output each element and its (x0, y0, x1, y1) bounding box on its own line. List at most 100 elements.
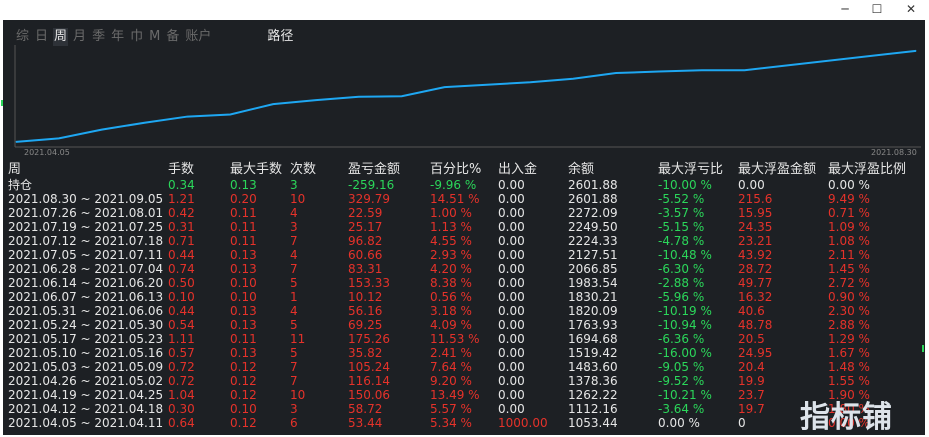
table-cell: 5 (290, 346, 298, 360)
table-cell: -10.21 % (658, 388, 712, 402)
table-cell: 3 (290, 402, 298, 416)
table-cell: 43.92 (738, 248, 773, 262)
table-row[interactable]: 2021.07.19 ~ 2021.07.25 0.31 0.11 3 25.17 1.1… (8, 220, 928, 234)
table-cell: 0.00 (498, 248, 525, 262)
table-cell: 0.50 (168, 276, 195, 290)
table-cell: 4 (290, 206, 298, 220)
table-cell: 13.49 % (430, 388, 480, 402)
table-cell: 0.10 (168, 290, 195, 304)
table-cell: 0.54 (168, 318, 195, 332)
column-header: 出入金 (498, 162, 538, 177)
table-cell: 20.4 (738, 360, 765, 374)
table-cell: 10 (290, 388, 306, 402)
table-cell: 60.66 (348, 248, 383, 262)
table-cell: -3.64 % (658, 402, 705, 416)
table-cell: 0.11 (230, 206, 257, 220)
table-cell: 7 (290, 360, 298, 374)
table-row[interactable]: 2021.05.31 ~ 2021.06.06 0.44 0.13 4 56.16 3.1… (8, 304, 928, 318)
table-cell: 7.64 % (430, 360, 472, 374)
table-cell: 5.57 % (430, 402, 472, 416)
table-cell: 116.14 (348, 374, 390, 388)
table-cell: 10.12 (348, 290, 383, 304)
equity-point (229, 113, 231, 115)
table-row[interactable]: 2021.06.28 ~ 2021.07.04 0.74 0.13 7 83.31 4.2… (8, 262, 928, 276)
equity-point (529, 81, 531, 83)
table-row[interactable]: 2021.06.14 ~ 2021.06.20 0.50 0.10 5 153.33 8.… (8, 276, 928, 290)
table-cell: 2272.09 (568, 206, 618, 220)
table-cell: 11 (290, 332, 306, 346)
table-row[interactable]: 2021.06.07 ~ 2021.06.13 0.10 0.10 1 10.12 0.5… (8, 290, 928, 304)
table-cell: 0.00 (498, 360, 525, 374)
table-row[interactable]: 2021.05.03 ~ 2021.05.09 0.72 0.12 7 105.24 7.… (8, 360, 928, 374)
table-cell: 2021.07.26 ~ 2021.08.01 (8, 206, 164, 220)
table-cell: 2601.88 (568, 192, 618, 206)
table-cell: -5.96 % (658, 290, 705, 304)
table-cell: 49.77 (738, 276, 773, 290)
table-cell: 5 (290, 318, 298, 332)
table-cell: -3.57 % (658, 206, 705, 220)
column-header: 最大浮盈金额 (738, 162, 817, 177)
equity-point (658, 71, 660, 73)
table-cell: 7 (290, 262, 298, 276)
table-cell: 1.29 % (828, 332, 870, 346)
table-row[interactable]: 2021.04.12 ~ 2021.04.18 0.30 0.10 3 58.72 5.5… (8, 402, 928, 416)
holding-row: 持仓 0.34 0.13 3 -259.16 -9.96 % 0.00 2601.88 -10.… (8, 178, 928, 192)
table-row[interactable]: 2021.04.05 ~ 2021.04.11 0.64 0.12 6 53.44 5.3… (8, 416, 928, 430)
table-cell: 1.67 % (828, 346, 870, 360)
table-row[interactable]: 2021.04.26 ~ 2021.05.02 0.72 0.12 7 116.14 9.… (8, 374, 928, 388)
table-cell: 16.32 (738, 290, 773, 304)
table-cell: 0.00 (498, 206, 525, 220)
table-cell: 1.00 % (430, 206, 472, 220)
table-cell: 96.82 (348, 234, 383, 248)
table-cell: 0.64 (168, 416, 195, 430)
table-cell: 0.12 (230, 374, 257, 388)
equity-point (315, 99, 317, 101)
table-cell: 28.72 (738, 262, 773, 276)
table-cell: -16.00 % (658, 346, 712, 360)
holding-cell: 3 (290, 178, 298, 192)
table-cell: 0.00 (498, 276, 525, 290)
table-cell: 15.95 (738, 206, 773, 220)
table-cell: 1262.22 (568, 388, 618, 402)
table-cell: 0.56 % (430, 290, 472, 304)
table-cell: 1112.16 (568, 402, 618, 416)
table-row[interactable]: 2021.05.24 ~ 2021.05.30 0.54 0.13 5 69.25 4.0… (8, 318, 928, 332)
holding-cell: -9.96 % (430, 178, 477, 192)
equity-point (101, 129, 103, 131)
table-cell: -10.94 % (658, 318, 712, 332)
holding-cell: -10.00 % (658, 178, 712, 192)
table-row[interactable]: 2021.04.19 ~ 2021.04.25 1.04 0.12 10 150.06 1… (8, 388, 928, 402)
table-cell: 2021.05.17 ~ 2021.05.23 (8, 332, 164, 346)
table-cell: 0.72 (168, 360, 195, 374)
table-row[interactable]: 2021.05.10 ~ 2021.05.16 0.57 0.13 5 35.82 2.4… (8, 346, 928, 360)
table-cell: 2021.04.26 ~ 2021.05.02 (8, 374, 164, 388)
table-row[interactable]: 2021.07.12 ~ 2021.07.18 0.71 0.11 7 96.82 4.5… (8, 234, 928, 248)
table-row[interactable]: 2021.07.05 ~ 2021.07.11 0.44 0.13 4 60.66 2.9… (8, 248, 928, 262)
table-row[interactable]: 2021.07.26 ~ 2021.08.01 0.42 0.11 4 22.59 1.0… (8, 206, 928, 220)
table-cell: 1.13 % (430, 220, 472, 234)
table-row[interactable]: 2021.08.30 ~ 2021.09.05 1.21 0.20 10 329.79 1… (8, 192, 928, 206)
equity-point (444, 86, 446, 88)
chart-x-end-label: 2021.08.30 (871, 148, 917, 157)
table-cell: -5.52 % (658, 192, 705, 206)
equity-point (401, 95, 403, 97)
table-cell: 53.44 (348, 416, 383, 430)
table-cell: 2021.06.14 ~ 2021.06.20 (8, 276, 164, 290)
table-cell: 2021.07.19 ~ 2021.07.25 (8, 220, 164, 234)
table-cell: 24.35 (738, 220, 773, 234)
table-cell: 9.49 % (828, 192, 870, 206)
table-cell: 0.10 (230, 276, 257, 290)
table-cell: 0.10 (230, 402, 257, 416)
table-cell: 0.31 (168, 220, 195, 234)
table-cell: 2021.07.12 ~ 2021.07.18 (8, 234, 164, 248)
table-cell: 0.30 (168, 402, 195, 416)
table-cell: 48.78 (738, 318, 773, 332)
table-cell: 0.42 (168, 206, 195, 220)
column-header: 周 (8, 162, 22, 177)
table-cell: 2021.05.24 ~ 2021.05.30 (8, 318, 164, 332)
table-row[interactable]: 2021.05.17 ~ 2021.05.23 1.11 0.11 11 175.26 1… (8, 332, 928, 346)
table-cell: 0.71 % (828, 206, 870, 220)
table-cell: 1.48 % (828, 360, 870, 374)
table-cell: 0.00 (498, 262, 525, 276)
holding-cell: 0.00 (738, 178, 765, 192)
